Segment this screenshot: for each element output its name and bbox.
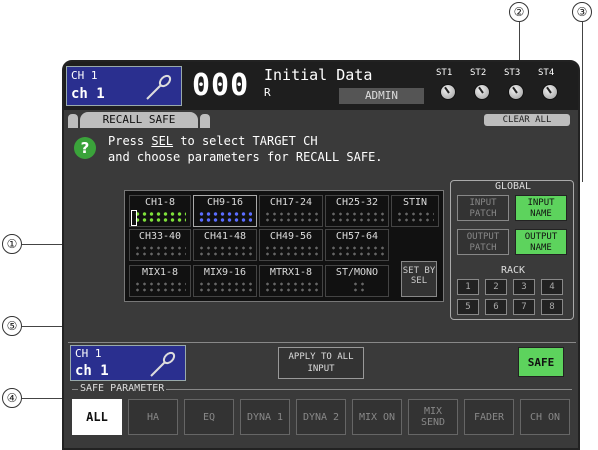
help-line-1: Press SEL to select TARGET CH bbox=[108, 134, 318, 148]
input-patch-button[interactable]: INPUT PATCH bbox=[457, 195, 509, 221]
recall-safe-screen: CH 1 ch 1 000 Initial Data R ADMIN ST1 S… bbox=[62, 60, 580, 450]
grid-ch57-64[interactable]: CH57-64 bbox=[325, 229, 389, 261]
tab-recall-safe[interactable]: RECALL SAFE bbox=[80, 112, 198, 128]
param-ha-button[interactable]: HA bbox=[128, 399, 178, 435]
safe-button[interactable]: SAFE bbox=[518, 347, 564, 377]
microphone-icon bbox=[150, 351, 176, 377]
callout-2: ② bbox=[509, 2, 529, 22]
help-icon: ? bbox=[74, 137, 96, 159]
rack-title: RACK bbox=[500, 265, 526, 276]
channel-number: CH 1 bbox=[75, 347, 102, 360]
grid-ch49-56[interactable]: CH49-56 bbox=[259, 229, 323, 261]
rack-1-button[interactable]: 1 bbox=[457, 279, 479, 295]
grid-ch9-16[interactable]: CH9-16 bbox=[193, 195, 257, 227]
st3-knob-icon[interactable] bbox=[508, 84, 524, 100]
param-mix-send-button[interactable]: MIX SEND bbox=[408, 399, 458, 435]
callout-1: ① bbox=[2, 234, 22, 254]
apply-to-all-input-button[interactable]: APPLY TO ALL INPUT bbox=[278, 347, 364, 379]
rack-2-button[interactable]: 2 bbox=[485, 279, 507, 295]
grid-ch1-8[interactable]: CH1-8 bbox=[129, 195, 191, 227]
rack-4-button[interactable]: 4 bbox=[541, 279, 563, 295]
grid-ch17-24[interactable]: CH17-24 bbox=[259, 195, 323, 227]
grid-mix1-8[interactable]: MIX1-8 bbox=[129, 265, 191, 297]
bottom-panel: CH 1 ch 1 APPLY TO ALL INPUT SAFE SAFE P… bbox=[68, 342, 576, 448]
grid-ch41-48[interactable]: CH41-48 bbox=[193, 229, 257, 261]
output-name-button[interactable]: OUTPUT NAME bbox=[515, 229, 567, 255]
callout-4: ④ bbox=[2, 388, 22, 408]
param-dyna1-button[interactable]: DYNA 1 bbox=[240, 399, 290, 435]
set-by-sel-button[interactable]: SET BY SEL bbox=[401, 261, 437, 297]
header-bar: CH 1 ch 1 000 Initial Data R ADMIN ST1 S… bbox=[64, 62, 578, 110]
input-name-button[interactable]: INPUT NAME bbox=[515, 195, 567, 221]
st2-label: ST2 bbox=[470, 68, 487, 78]
callout-5: ⑤ bbox=[2, 316, 22, 336]
rack-6-button[interactable]: 6 bbox=[485, 299, 507, 315]
channel-cursor bbox=[131, 210, 137, 226]
param-mix-on-button[interactable]: MIX ON bbox=[352, 399, 402, 435]
tab-left-stub bbox=[68, 114, 78, 128]
tab-right-stub bbox=[200, 114, 210, 128]
param-eq-button[interactable]: EQ bbox=[184, 399, 234, 435]
user-badge: ADMIN bbox=[339, 88, 424, 104]
selected-channel-box[interactable]: CH 1 ch 1 bbox=[66, 66, 182, 106]
st2-knob-icon[interactable] bbox=[474, 84, 490, 100]
callout-3: ③ bbox=[572, 2, 592, 22]
channel-name: ch 1 bbox=[71, 86, 105, 102]
channel-name: ch 1 bbox=[75, 363, 109, 379]
global-panel: GLOBAL INPUT PATCH INPUT NAME OUTPUT PAT… bbox=[450, 180, 574, 320]
scene-status: R bbox=[264, 86, 271, 99]
grid-mtrx1-8[interactable]: MTRX1-8 bbox=[259, 265, 323, 297]
global-title: GLOBAL bbox=[494, 181, 532, 192]
grid-ch33-40[interactable]: CH33-40 bbox=[129, 229, 191, 261]
grid-st-mono[interactable]: ST/MONO bbox=[325, 265, 389, 297]
param-dyna2-button[interactable]: DYNA 2 bbox=[296, 399, 346, 435]
rack-3-button[interactable]: 3 bbox=[513, 279, 535, 295]
st3-label: ST3 bbox=[504, 68, 521, 78]
grid-mix9-16[interactable]: MIX9-16 bbox=[193, 265, 257, 297]
param-all-button[interactable]: ALL bbox=[72, 399, 122, 435]
output-patch-button[interactable]: OUTPUT PATCH bbox=[457, 229, 509, 255]
rack-7-button[interactable]: 7 bbox=[513, 299, 535, 315]
microphone-icon bbox=[146, 74, 172, 100]
rack-8-button[interactable]: 8 bbox=[541, 299, 563, 315]
st4-knob-icon[interactable] bbox=[542, 84, 558, 100]
help-line-2: and choose parameters for RECALL SAFE. bbox=[108, 150, 383, 164]
safe-parameter-title: SAFE PARAMETER bbox=[78, 383, 167, 394]
clear-all-button[interactable]: CLEAR ALL bbox=[484, 114, 570, 126]
scene-number[interactable]: 000 bbox=[192, 68, 249, 103]
channel-select-grid: CH1-8 CH9-16 CH17-24 CH25-32 STIN CH33-4… bbox=[124, 190, 444, 302]
grid-stin[interactable]: STIN bbox=[391, 195, 439, 227]
grid-ch25-32[interactable]: CH25-32 bbox=[325, 195, 389, 227]
channel-number: CH 1 bbox=[71, 69, 98, 82]
current-channel-box: CH 1 ch 1 bbox=[70, 345, 186, 381]
rack-5-button[interactable]: 5 bbox=[457, 299, 479, 315]
scene-title: Initial Data bbox=[264, 66, 373, 84]
param-fader-button[interactable]: FADER bbox=[464, 399, 514, 435]
st1-label: ST1 bbox=[436, 68, 453, 78]
st1-knob-icon[interactable] bbox=[440, 84, 456, 100]
st4-label: ST4 bbox=[538, 68, 555, 78]
leader-3 bbox=[582, 22, 583, 182]
param-ch-on-button[interactable]: CH ON bbox=[520, 399, 570, 435]
